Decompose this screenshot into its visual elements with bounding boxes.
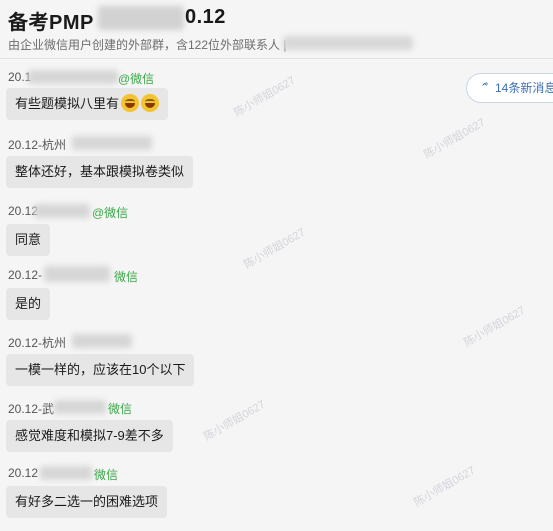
sender-redaction — [28, 70, 118, 84]
double-chevron-up-icon: ⌃̂ — [480, 82, 490, 94]
sender-redaction — [54, 400, 106, 414]
group-title[interactable]: 备考PMP — [8, 6, 94, 35]
message-bubble[interactable]: 一模一样的，应该在10个以下 — [6, 354, 195, 386]
sender-suffix: @微信 — [118, 72, 155, 86]
watermark: 陈小师姐0627 — [232, 74, 298, 120]
message-text: 感觉难度和模拟7-9差不多 — [15, 428, 164, 443]
watermark: 陈小师姐0627 — [202, 398, 268, 444]
sender-redaction — [40, 466, 92, 480]
message-text: 一模一样的，应该在10个以下 — [15, 362, 186, 377]
new-messages-label: 14条新消息 — [495, 81, 553, 95]
new-messages-button[interactable]: ⌃̂ 14条新消息 — [466, 73, 553, 103]
message-text: 有些题模拟八里有 — [15, 96, 120, 111]
chat-header: 备考PMP 0.12 由企业微信用户创建的外部群，含122位外部联系人 | — [0, 0, 553, 59]
title-redaction — [98, 6, 184, 30]
sender-prefix: 20.12 — [8, 466, 39, 480]
message-bubble[interactable]: 整体还好，基本跟模拟卷类似 — [6, 156, 194, 188]
message-sender[interactable]: 20.12-杭州 — [8, 136, 66, 153]
sender-prefix: 20.12-武 — [8, 402, 55, 416]
message-sender[interactable]: 20.12-武 — [8, 400, 54, 417]
sender-suffix: @微信 — [92, 206, 129, 220]
message-bubble[interactable]: 有些题模拟八里有 — [6, 88, 169, 120]
message-bubble[interactable]: 是的 — [6, 288, 51, 320]
message-bubble[interactable]: 感觉难度和模拟7-9差不多 — [6, 420, 173, 452]
sender-suffix: 微信 — [94, 468, 119, 482]
message-text: 有好多二选一的困难选项 — [15, 494, 159, 509]
watermark: 陈小师姐0627 — [412, 464, 478, 510]
watermark: 陈小师姐0627 — [462, 304, 528, 350]
message-text: 整体还好，基本跟模拟卷类似 — [15, 164, 185, 179]
sender-suffix: 微信 — [114, 270, 139, 284]
message-bubble[interactable]: 有好多二选一的困难选项 — [6, 486, 168, 518]
sender-prefix: 20.12-杭州 — [8, 336, 67, 350]
group-title-end: 0.12 — [185, 6, 226, 28]
sender-suffix: 微信 — [108, 402, 133, 416]
sender-redaction — [72, 334, 132, 348]
sender-prefix: 20.12- — [8, 268, 43, 282]
message-sender[interactable]: 20.12-杭州 — [8, 334, 66, 351]
sender-redaction — [72, 136, 152, 150]
watermark: 陈小师姐0627 — [422, 116, 488, 162]
laughing-emoji-icon — [141, 94, 160, 112]
subtitle-redaction — [283, 36, 413, 50]
group-subtitle: 由企业微信用户创建的外部群，含122位外部联系人 | — [8, 38, 287, 52]
message-text: 同意 — [15, 232, 42, 247]
message-sender[interactable]: 20.12 — [8, 466, 38, 480]
group-title-start: 备考PMP — [8, 12, 94, 34]
sender-redaction — [44, 266, 110, 282]
message-bubble[interactable]: 同意 — [6, 224, 51, 256]
message-sender[interactable]: 20.12- — [8, 268, 42, 282]
laughing-emoji-icon — [121, 94, 140, 112]
sender-redaction — [34, 204, 90, 218]
sender-prefix: 20.12-杭州 — [8, 138, 67, 152]
message-text: 是的 — [15, 296, 42, 311]
watermark: 陈小师姐0627 — [242, 226, 308, 272]
